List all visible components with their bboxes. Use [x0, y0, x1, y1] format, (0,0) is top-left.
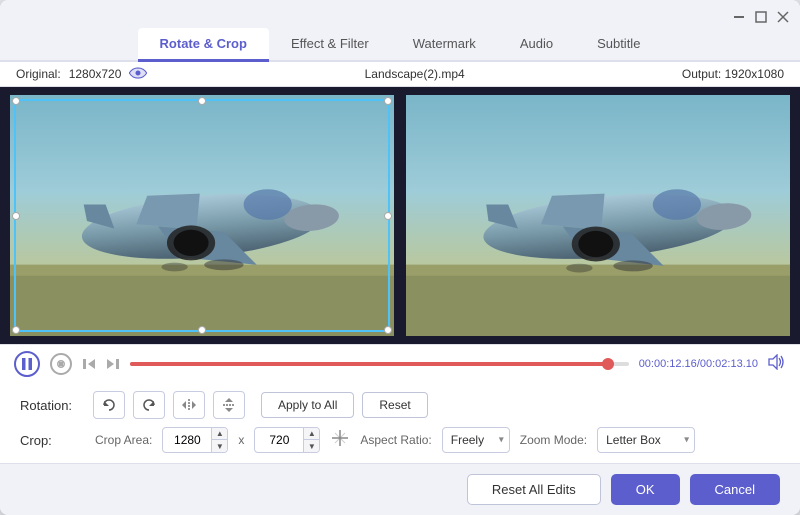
tab-rotate-crop[interactable]: Rotate & Crop [138, 28, 269, 62]
crop-height-up[interactable]: ▲ [304, 427, 319, 440]
window-controls [732, 10, 790, 24]
minimize-button[interactable] [732, 10, 746, 24]
rotation-label: Rotation: [20, 398, 85, 413]
rotate-right-button[interactable] [133, 391, 165, 419]
title-bar [0, 0, 800, 28]
aspect-ratio-select[interactable]: Freely 16:9 4:3 1:1 9:16 [442, 427, 510, 453]
tab-effect-filter[interactable]: Effect & Filter [269, 28, 391, 62]
crop-height-input[interactable] [255, 431, 303, 449]
video-frame-preview [406, 95, 790, 336]
info-bar: Original: 1280x720 Landscape(2).mp4 Outp… [0, 62, 800, 87]
crop-area-label: Crop Area: [95, 433, 152, 447]
apply-to-all-button[interactable]: Apply to All [261, 392, 354, 418]
aspect-ratio-select-wrapper: Freely 16:9 4:3 1:1 9:16 [442, 427, 510, 453]
output-label: Output: [682, 67, 721, 81]
crop-x-separator: x [238, 433, 244, 447]
crop-width-input-group: ▲ ▼ [162, 427, 228, 453]
zoom-mode-select[interactable]: Letter Box Pan & Scan Full [597, 427, 695, 453]
volume-icon[interactable] [768, 354, 786, 375]
info-original: Original: 1280x720 [16, 66, 147, 82]
tab-watermark[interactable]: Watermark [391, 28, 498, 62]
crop-row: Crop: Crop Area: ▲ ▼ x ▲ ▼ [20, 427, 780, 453]
crop-width-up[interactable]: ▲ [212, 427, 227, 440]
original-label: Original: [16, 67, 61, 81]
cancel-button[interactable]: Cancel [690, 474, 780, 505]
crop-height-spinners: ▲ ▼ [303, 427, 319, 453]
progress-bar[interactable] [130, 362, 629, 366]
progress-thumb[interactable] [602, 358, 614, 370]
playback-bar: 00:00:12.16/00:02:13.10 [0, 344, 800, 383]
crop-height-down[interactable]: ▼ [304, 440, 319, 453]
tabs-row: Rotate & Crop Effect & Filter Watermark … [0, 28, 800, 62]
footer-bar: Reset All Edits OK Cancel [0, 463, 800, 515]
video-divider [398, 95, 402, 336]
crop-width-input[interactable] [163, 431, 211, 449]
time-display: 00:00:12.16/00:02:13.10 [639, 358, 758, 370]
crop-width-spinners: ▲ ▼ [211, 427, 227, 453]
controls-area: Rotation: [0, 383, 800, 463]
ok-button[interactable]: OK [611, 474, 680, 505]
stop-button[interactable] [50, 353, 72, 375]
output-value: 1920x1080 [725, 67, 784, 81]
rotate-left-button[interactable] [93, 391, 125, 419]
original-value: 1280x720 [69, 67, 122, 81]
video-panel-preview [406, 95, 790, 336]
crop-height-input-group: ▲ ▼ [254, 427, 320, 453]
skip-forward-button[interactable] [106, 357, 120, 371]
rotation-reset-button[interactable]: Reset [362, 392, 427, 418]
crop-label: Crop: [20, 433, 85, 448]
video-panels [0, 95, 800, 336]
zoom-mode-select-wrapper: Letter Box Pan & Scan Full [597, 427, 695, 453]
zoom-mode-label: Zoom Mode: [520, 433, 587, 447]
rotation-row: Rotation: [20, 391, 780, 419]
skip-back-button[interactable] [82, 357, 96, 371]
maximize-button[interactable] [754, 10, 768, 24]
video-area [0, 87, 800, 344]
main-window: Rotate & Crop Effect & Filter Watermark … [0, 0, 800, 515]
crop-center-icon[interactable] [330, 428, 350, 453]
progress-fill [130, 362, 609, 366]
eye-icon[interactable] [129, 66, 147, 82]
flip-horizontal-button[interactable] [173, 391, 205, 419]
close-button[interactable] [776, 10, 790, 24]
crop-width-down[interactable]: ▼ [212, 440, 227, 453]
reset-all-edits-button[interactable]: Reset All Edits [467, 474, 601, 505]
tab-subtitle[interactable]: Subtitle [575, 28, 662, 62]
aspect-ratio-label: Aspect Ratio: [360, 433, 431, 447]
video-panel-original [10, 95, 394, 336]
filename: Landscape(2).mp4 [365, 67, 465, 81]
flip-vertical-button[interactable] [213, 391, 245, 419]
pause-button[interactable] [14, 351, 40, 377]
info-output: Output: 1920x1080 [682, 67, 784, 81]
tab-audio[interactable]: Audio [498, 28, 575, 62]
video-frame-original [10, 95, 394, 336]
